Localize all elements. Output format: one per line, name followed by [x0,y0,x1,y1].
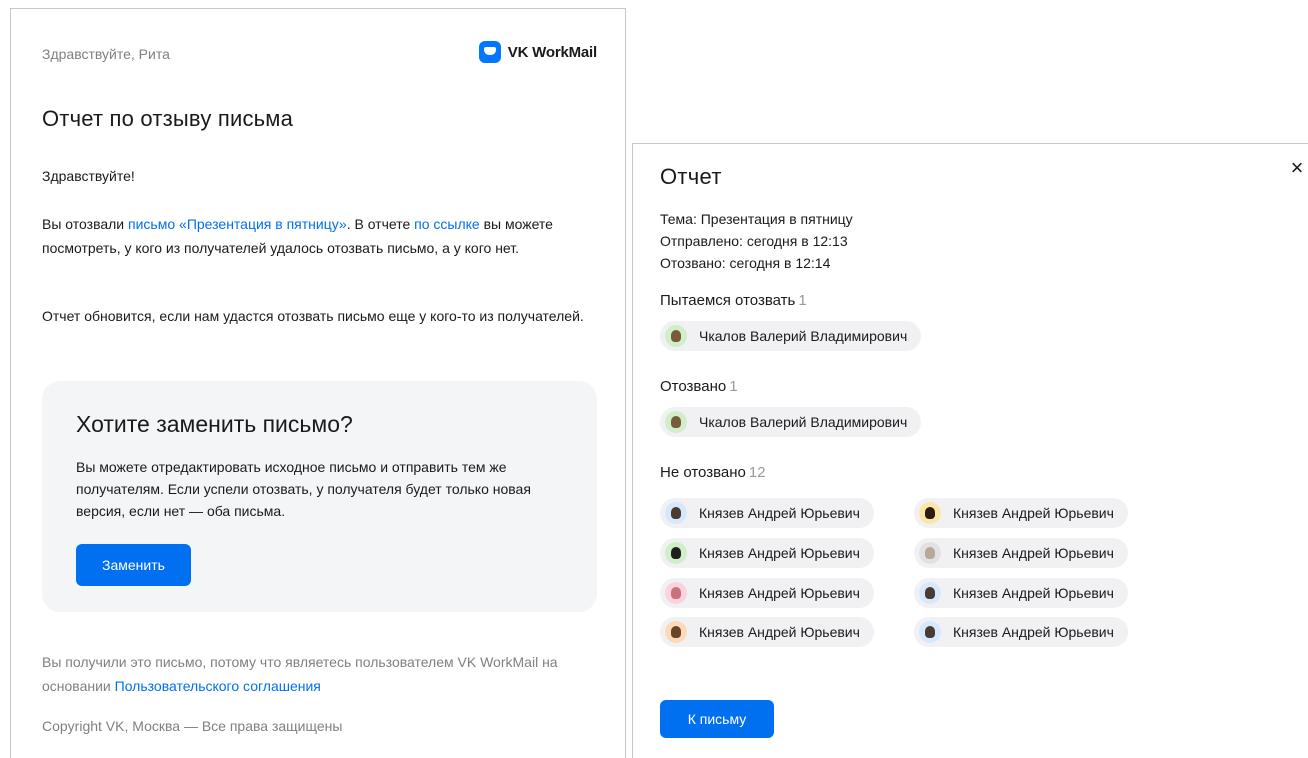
recipient-name: Князев Андрей Юрьевич [699,505,860,521]
section-count: 1 [729,378,738,395]
email-hello: Здравствуйте! [42,168,135,184]
greeting-top: Здравствуйте, Рита [42,46,170,62]
avatar-icon [919,502,941,524]
section-label: Пытаемся отозвать [660,292,796,309]
recipient-name: Князев Андрей Юрьевич [953,545,1114,561]
section-count: 12 [748,464,766,481]
recipient-name: Князев Андрей Юрьевич [699,624,860,640]
brand-name: VK WorkMail [507,43,597,61]
avatar-icon [919,621,941,643]
brand: VK WorkMail [478,41,597,63]
report-subject: Тема: Презентация в пятницу [660,211,853,227]
recipient-chip[interactable]: Князев Андрей Юрьевич [660,578,874,608]
footer-note: Вы получили это письмо, потому что являе… [42,650,562,698]
replace-card-text: Вы можете отредактировать исходное письм… [76,459,531,519]
letter-link[interactable]: письмо «Презентация в пятницу» [128,216,347,232]
back-to-letter-button[interactable]: К письму [660,700,774,738]
recipient-chip[interactable]: Чкалов Валерий Владимирович [660,321,922,351]
section-trying-recall: Пытаемся отозвать 1 [660,292,807,309]
recipient-chip[interactable]: Князев Андрей Юрьевич [660,538,874,568]
email-title: Отчет по отзыву письма [42,106,294,131]
recipient-name: Князев Андрей Юрьевич [699,545,860,561]
copyright: Copyright VK, Москва — Все права защищен… [42,718,343,734]
report-meta: Тема: Презентация в пятницу Отправлено: … [660,208,853,274]
user-agreement-link[interactable]: Пользовательского соглашения [115,678,321,694]
email-paragraph-recall: Вы отозвали письмо «Презентация в пятниц… [42,212,587,260]
section-count: 1 [798,292,807,309]
replace-card: Хотите заменить письмо? Вы можете отреда… [42,381,597,612]
vk-workmail-logo-icon [478,41,501,63]
replace-button[interactable]: Заменить [76,544,191,586]
section-recalled: Отозвано 1 [660,378,738,395]
avatar-icon [919,582,941,604]
section-label: Не отозвано [660,464,746,481]
recipient-name: Князев Андрей Юрьевич [953,505,1114,521]
close-icon[interactable]: × [1285,156,1308,180]
recipient-chip[interactable]: Князев Андрей Юрьевич [914,538,1128,568]
replace-card-title: Хотите заменить письмо? [76,411,353,437]
recipient-chip[interactable]: Князев Андрей Юрьевич [914,617,1128,647]
email-paragraph-update: Отчет обновится, если нам удастся отозва… [42,308,584,324]
section-label: Отозвано [660,378,727,395]
avatar-icon [665,621,687,643]
avatar-icon [919,542,941,564]
para1-prefix: Вы отозвали [42,216,129,232]
recipient-name: Князев Андрей Юрьевич [953,624,1114,640]
email-panel: Здравствуйте, Рита VK WorkMail Отчет по … [10,8,626,758]
recipient-name: Чкалов Валерий Владимирович [699,328,908,344]
recipient-name: Князев Андрей Юрьевич [699,585,860,601]
avatar-icon [665,542,687,564]
recipient-chip[interactable]: Князев Андрей Юрьевич [660,617,874,647]
report-recalled-time: Отозвано: сегодня в 12:14 [660,255,831,271]
section-not-recalled: Не отозвано 12 [660,464,766,481]
recipient-name: Чкалов Валерий Владимирович [699,414,908,430]
recipient-chip[interactable]: Князев Андрей Юрьевич [660,498,874,528]
avatar-icon [665,411,687,433]
report-panel: Отчет × Тема: Презентация в пятницу Отпр… [632,143,1308,758]
avatar-icon [665,582,687,604]
recipient-name: Князев Андрей Юрьевич [953,585,1114,601]
avatar-icon [665,325,687,347]
recipient-chip[interactable]: Князев Андрей Юрьевич [914,578,1128,608]
recipient-chip[interactable]: Князев Андрей Юрьевич [914,498,1128,528]
report-link[interactable]: по ссылке [414,216,480,232]
report-title: Отчет [660,164,722,189]
para1-mid: . В отчете [346,216,415,232]
report-sent-time: Отправлено: сегодня в 12:13 [660,233,848,249]
recipient-chip[interactable]: Чкалов Валерий Владимирович [660,407,922,437]
avatar-icon [665,502,687,524]
